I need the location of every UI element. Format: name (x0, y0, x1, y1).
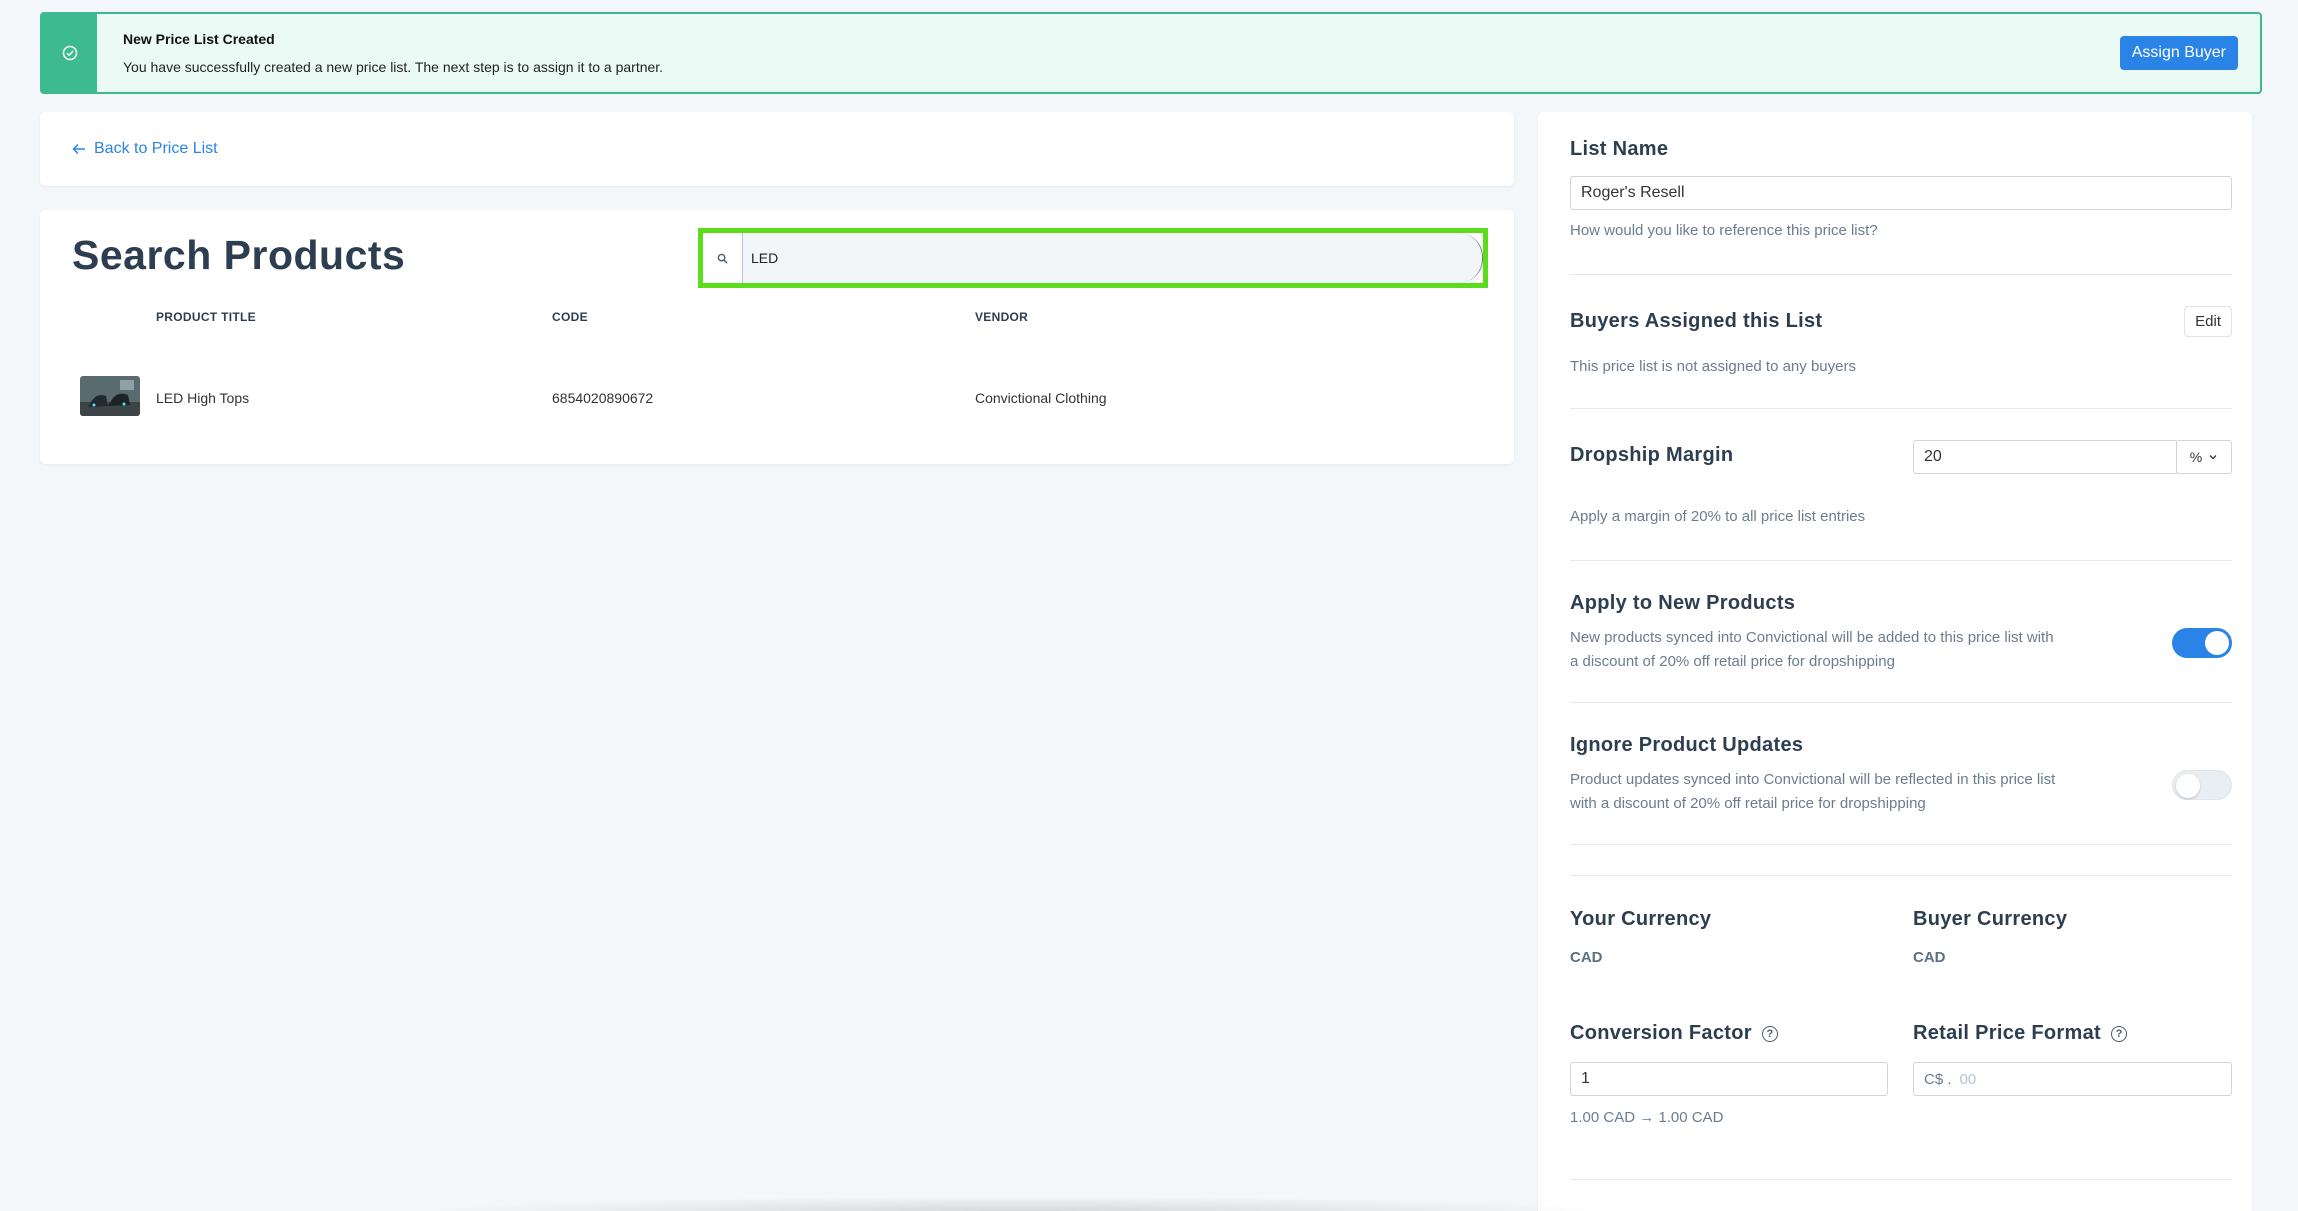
divider (1570, 702, 2232, 703)
apply-new-products-help-line1: New products synced into Convictional wi… (1570, 629, 2054, 646)
ignore-updates-help-line2: with a discount of 20% off retail price … (1570, 795, 1926, 812)
divider (1570, 844, 2232, 845)
buyer-currency-label: Buyer Currency (1913, 908, 2068, 930)
assign-buyer-button[interactable]: Assign Buyer (2119, 36, 2238, 70)
margin-unit-select[interactable]: % (2176, 440, 2232, 474)
page-title: Search Products (72, 232, 406, 278)
buyer-currency-value: CAD (1913, 949, 1946, 966)
conversion-factor-label: Conversion Factor (1570, 1022, 1752, 1044)
banner-message: You have successfully created a new pric… (123, 59, 664, 75)
product-vendor-cell: Convictional Clothing (975, 390, 1107, 406)
conversion-factor-help: 1.00 CAD → 1.00 CAD (1570, 1109, 1724, 1126)
retail-price-placeholder: 00 (1959, 1070, 1977, 1088)
retail-price-format-input[interactable]: C$ . 00 (1913, 1062, 2232, 1096)
help-circle-icon[interactable]: ? (1761, 1026, 1778, 1042)
banner-icon-strip (42, 14, 97, 92)
search-icon (703, 233, 743, 283)
column-header-code: CODE (552, 310, 588, 324)
back-link-label: Back to Price List (94, 140, 218, 157)
search-box (698, 228, 1488, 288)
price-list-settings-card: List Name Roger's Resell How would you l… (1538, 112, 2252, 1211)
column-header-product-title: PRODUCT TITLE (156, 310, 256, 324)
dropship-margin-help: Apply a margin of 20% to all price list … (1570, 508, 1866, 525)
search-input[interactable] (743, 233, 1483, 283)
column-header-vendor: VENDOR (975, 310, 1029, 324)
arrow-left-icon (72, 143, 85, 155)
ignore-updates-help-line1: Product updates synced into Convictional… (1570, 771, 2056, 788)
divider (1570, 875, 2232, 876)
product-title-cell: LED High Tops (156, 390, 250, 406)
product-code-cell: 6854020890672 (552, 390, 654, 406)
retail-price-format-label: Retail Price Format (1913, 1022, 2101, 1044)
list-name-help: How would you like to reference this pri… (1570, 222, 1878, 239)
margin-unit-value: % (2189, 449, 2203, 465)
product-thumbnail (80, 376, 140, 416)
bottom-shadow (420, 1196, 1620, 1211)
apply-new-products-help-line2: a discount of 20% off retail price for d… (1570, 653, 1895, 670)
dropship-margin-input[interactable]: 20 (1913, 440, 2178, 474)
banner-title: New Price List Created (123, 31, 275, 47)
divider (1570, 560, 2232, 561)
buyers-label: Buyers Assigned this List (1570, 310, 1823, 332)
conversion-factor-input[interactable]: 1 (1570, 1062, 1888, 1096)
divider (1570, 1179, 2232, 1180)
edit-buyers-button[interactable]: Edit (2184, 306, 2232, 337)
your-currency-label: Your Currency (1570, 908, 1712, 930)
back-to-price-list-link[interactable]: Back to Price List (72, 140, 218, 158)
ignore-updates-label: Ignore Product Updates (1570, 734, 1804, 756)
list-name-input[interactable]: Roger's Resell (1570, 176, 2232, 210)
success-banner: New Price List Created You have successf… (40, 12, 2262, 94)
check-circle-icon (62, 45, 77, 61)
help-circle-icon[interactable]: ? (2111, 1026, 2127, 1042)
divider (1570, 274, 2232, 275)
list-name-label: List Name (1570, 138, 1669, 160)
apply-new-products-label: Apply to New Products (1570, 592, 1796, 614)
search-products-card: Search Products PRODUCT TITLE CODE VENDO… (40, 210, 1514, 464)
your-currency-value: CAD (1570, 949, 1603, 966)
back-card: Back to Price List (40, 112, 1514, 186)
chevron-down-icon (2209, 455, 2217, 460)
retail-price-prefix: C$ . (1924, 1070, 1952, 1088)
buyers-help: This price list is not assigned to any b… (1570, 358, 1856, 375)
divider (1570, 408, 2232, 409)
